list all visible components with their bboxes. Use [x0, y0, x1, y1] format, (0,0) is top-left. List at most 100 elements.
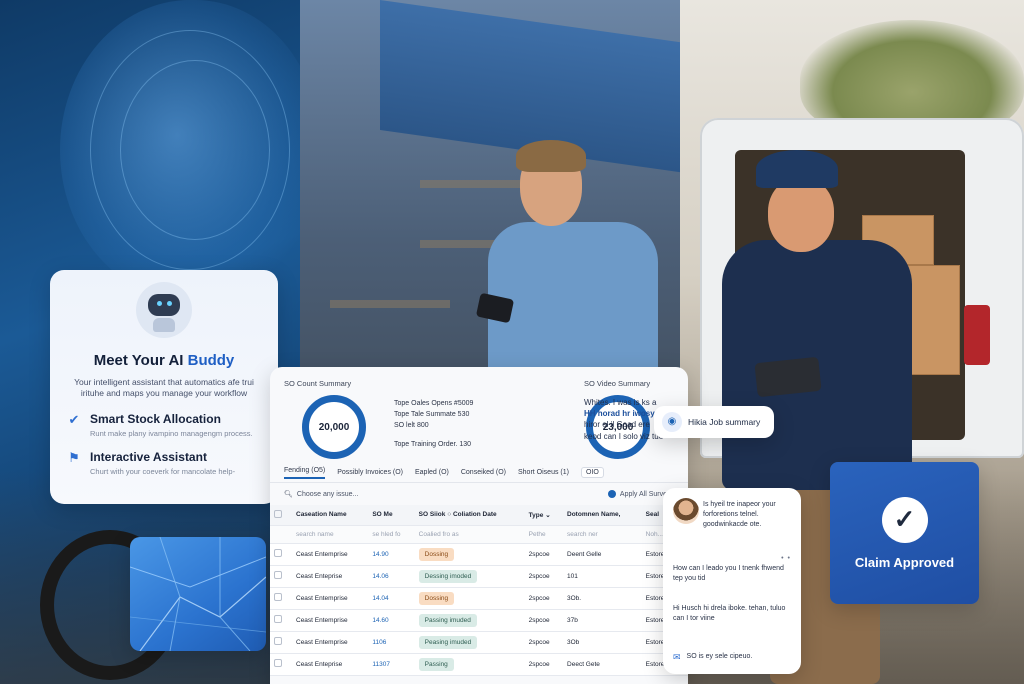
status-pill: Dossing — [418, 591, 455, 605]
row-so-number[interactable]: 14.06 — [368, 565, 415, 588]
filter-input[interactable]: Pethe — [524, 525, 564, 544]
table-row[interactable]: Ceast Enteprise 14.06 Dessing imoded 2spcoe… — [270, 565, 688, 588]
summary-line: Tope Training Order. 130 — [394, 440, 472, 448]
chat-footer: ✉ SO is ey sele cipeuo. — [673, 651, 752, 664]
row-status-badge: Passing imuded — [414, 609, 525, 632]
row-customer-name: Ceast Enteprise — [292, 653, 369, 676]
video-summary-title: SO Video Summary — [584, 379, 651, 388]
row-status-badge: Dessing imoded — [414, 565, 525, 588]
courier-cap — [756, 150, 838, 188]
status-pill: Passing — [418, 657, 454, 671]
ai-buddy-card: Meet Your AI Buddy Your intelligent assi… — [50, 270, 278, 504]
row-checkbox[interactable] — [270, 587, 292, 610]
robot-eye — [167, 301, 172, 306]
row-document-name: 101 — [563, 565, 642, 588]
row-type: 2spcoe — [524, 609, 564, 632]
filter-row: search name se hled fo Coalied fro as Pe… — [270, 525, 688, 544]
status-pill: Peasing imuded — [418, 635, 478, 649]
tab-more[interactable]: OIO — [580, 467, 604, 478]
flag-icon: ⚑ — [68, 449, 80, 465]
row-document-name: Deent Gelle — [563, 543, 642, 566]
chat-card[interactable]: Is hyeil tre inapeor your forforetions t… — [663, 488, 801, 674]
count-summary-value: 20,000 — [318, 421, 350, 433]
col-header[interactable]: Dotomnen Name, — [563, 505, 642, 526]
row-so-number[interactable]: 14.90 — [368, 543, 415, 566]
row-checkbox[interactable] — [270, 653, 292, 676]
feature-smart-stock[interactable]: ✔ Smart Stock Allocation Runt make plany… — [66, 412, 262, 438]
col-header[interactable]: Caseation Name — [292, 505, 369, 526]
tab-short-issues[interactable]: Short Oiseus (1) — [518, 469, 569, 476]
table-row[interactable]: Ceast Enteprise 11307 Passing 2spcoe Deect G… — [270, 653, 688, 676]
ai-buddy-subtitle: Your intelligent assistant that automati… — [74, 377, 254, 399]
claim-status-label: Claim Approved — [854, 554, 955, 570]
search-input[interactable]: Choose any issue... — [297, 491, 358, 498]
claim-approved-card[interactable]: ✓ Claim Approved — [830, 462, 979, 604]
tab-pending[interactable]: Fending (O5) — [284, 467, 326, 479]
row-type: 2spcoe — [524, 543, 564, 566]
row-document-name: Deect Gete — [563, 653, 642, 676]
checkmark-icon: ✓ — [881, 496, 928, 543]
robot-torso — [153, 318, 175, 332]
typing-indicator: • • — [781, 555, 791, 562]
table-row[interactable]: Ceast Entemprise 14.60 Passing imuded 2spco… — [270, 609, 688, 632]
orders-table: Caseation Name SO Me SO Siiok ○ Coliatio… — [270, 505, 688, 676]
apply-dot-icon — [607, 490, 616, 498]
filter-input[interactable]: search ner — [563, 525, 642, 544]
summary-line: Tope Oales Opens #5009 — [394, 400, 474, 407]
col-header[interactable]: SO Siiok ○ Coliation Date — [414, 505, 525, 526]
row-customer-name: Ceast Entemprise — [292, 609, 369, 632]
count-summary-title: SO Count Summary — [284, 379, 352, 388]
row-checkbox[interactable] — [270, 631, 292, 654]
count-summary: SO Count Summary 20,000 Tope Oales Opens… — [284, 379, 584, 463]
col-header[interactable]: SO Me — [368, 505, 415, 526]
row-so-number[interactable]: 14.04 — [368, 587, 415, 610]
row-checkbox[interactable] — [270, 609, 292, 632]
row-type: 2spcoe — [524, 565, 564, 588]
avatar — [673, 498, 699, 524]
robot-avatar-icon — [136, 282, 192, 338]
row-type: 2spcoe — [524, 653, 564, 676]
count-summary-ring: 20,000 — [302, 395, 366, 459]
tab-applied[interactable]: Eapled (O) — [415, 469, 449, 476]
sort-chevron-icon: ⌄ — [545, 511, 551, 519]
row-so-number[interactable]: 14.60 — [368, 609, 415, 632]
ai-head-contour — [120, 60, 270, 240]
feature-title: Interactive Assistant — [90, 449, 207, 464]
status-pill: Passing imuded — [418, 613, 477, 627]
col-header[interactable]: Type ⌄ — [524, 505, 564, 526]
filter-input[interactable]: Coalied fro as — [414, 525, 525, 544]
count-summary-lines: Tope Oales Opens #5009 Tope Tale Summate… — [394, 399, 494, 450]
table-row[interactable]: Ceast Entemprise 14.04 Dossing 2spcoe 3Ob. Es… — [270, 587, 688, 610]
table-header-row: Caseation Name SO Me SO Siiok ○ Coliatio… — [270, 505, 688, 526]
row-so-number[interactable]: 11307 — [368, 653, 415, 676]
filter-input[interactable]: se hled fo — [368, 525, 415, 544]
row-document-name: 37b — [563, 609, 642, 632]
table-toolbar: 🔍︎ Choose any issue... Apply All Surveys — [270, 483, 688, 505]
robot-face — [148, 294, 180, 316]
filter-input[interactable]: search name — [292, 525, 369, 544]
table-row[interactable]: Ceast Entemprise 1106 Peasing imuded 2spcoe… — [270, 631, 688, 654]
status-pill: Dessing imoded — [418, 569, 478, 583]
select-all-checkbox[interactable] — [270, 505, 292, 526]
row-status-badge: Dossing — [414, 543, 525, 566]
chat-message: Is hyeil tre inapeor your forforetions t… — [703, 501, 776, 529]
tab-invoices[interactable]: Possibly Invoices (O) — [337, 469, 403, 476]
feature-interactive-assistant[interactable]: ⚑ Interactive Assistant Churt with your … — [66, 450, 262, 476]
row-so-number[interactable]: 1106 — [368, 631, 415, 654]
row-type: 2spcoe — [524, 631, 564, 654]
table-row[interactable]: Ceast Entemprise 14.90 Dossing 2spcoe Deent … — [270, 543, 688, 566]
chat-footer-text: SO is ey sele cipeuo. — [686, 653, 753, 661]
row-document-name: 3Ob — [563, 631, 642, 654]
van-taillight — [964, 305, 990, 365]
tab-cancelled[interactable]: Conseiked (O) — [461, 469, 506, 476]
chat-message: How can I leado you I tnenk fhwend tep y… — [673, 565, 784, 583]
shopkeeper-hair — [516, 140, 586, 172]
col-divider-icon: ○ — [447, 511, 452, 519]
route-map-card[interactable] — [130, 537, 266, 651]
row-customer-name: Ceast Enteprise — [292, 565, 369, 588]
job-summary-chip[interactable]: ◉ Hikia Job summary — [654, 406, 774, 438]
row-checkbox[interactable] — [270, 543, 292, 566]
row-checkbox[interactable] — [270, 565, 292, 588]
row-customer-name: Ceast Entemprise — [292, 587, 369, 610]
search-box[interactable]: 🔍︎ Choose any issue... — [284, 490, 358, 499]
